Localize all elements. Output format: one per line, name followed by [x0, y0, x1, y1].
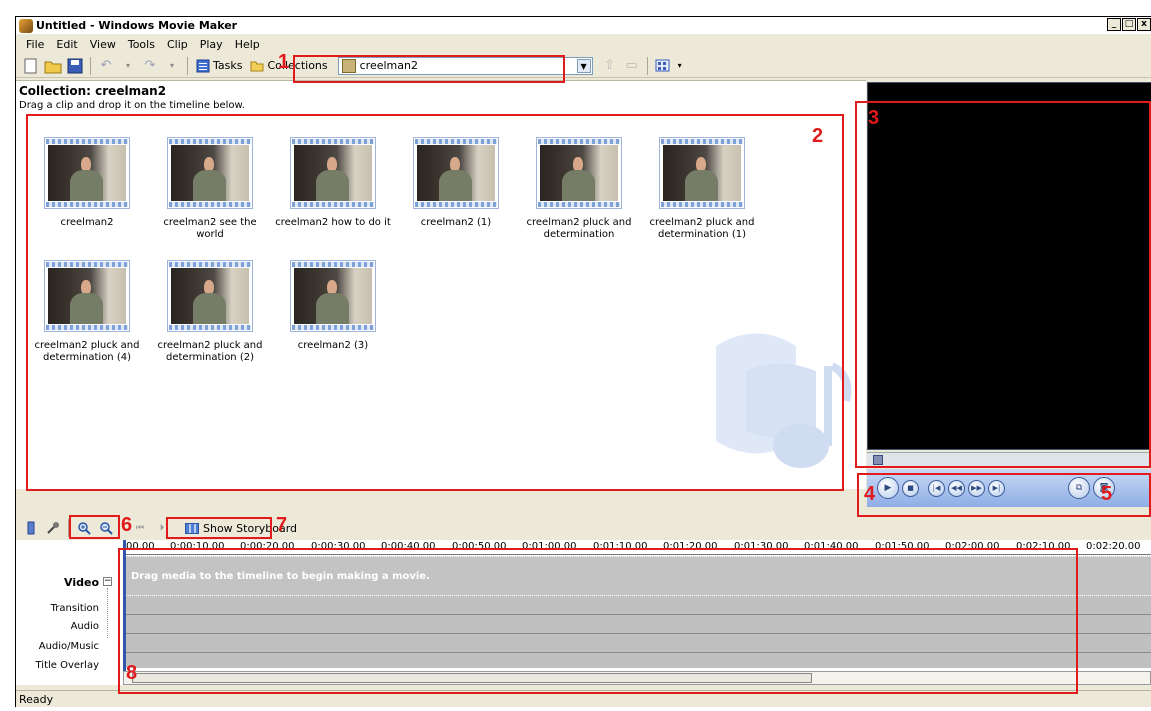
up-one-level-icon[interactable]: ⇧ — [601, 57, 619, 75]
undo-icon[interactable]: ↶ — [97, 57, 115, 75]
menu-edit[interactable]: Edit — [50, 38, 83, 51]
track-label-video: Video — [64, 576, 99, 589]
menu-tools[interactable]: Tools — [122, 38, 161, 51]
redo-icon[interactable]: ↷ — [141, 57, 159, 75]
annotation-box-7 — [166, 517, 272, 539]
track-label-title-overlay: Title Overlay — [35, 660, 100, 671]
annotation-box-2 — [26, 114, 844, 491]
annotation-box-6 — [69, 515, 120, 539]
annotation-number-4: 4 — [864, 483, 876, 505]
narrate-timeline-icon[interactable] — [22, 519, 40, 537]
annotation-number-8: 8 — [126, 662, 138, 684]
redo-dropdown-icon[interactable]: ▾ — [163, 57, 181, 75]
menu-help[interactable]: Help — [229, 38, 266, 51]
collapse-video-track-button[interactable]: − — [103, 577, 112, 586]
menu-file[interactable]: File — [20, 38, 50, 51]
open-project-icon[interactable] — [44, 57, 62, 75]
track-label-transition: Transition — [50, 603, 99, 614]
menu-play[interactable]: Play — [194, 38, 229, 51]
annotation-number-3: 3 — [868, 107, 880, 129]
movie-maker-icon — [19, 18, 33, 33]
main-toolbar: ↶ ▾ ↷ ▾ Tasks Collections creelman2 ▼ ⇧ … — [16, 54, 1151, 78]
annotation-box-3 — [855, 101, 1151, 468]
tasks-button[interactable]: Tasks — [192, 56, 246, 76]
menu-view[interactable]: View — [84, 38, 122, 51]
annotation-number-5: 5 — [1101, 483, 1113, 505]
window-controls: _ □ x — [1107, 18, 1151, 31]
toolbar-separator — [646, 56, 648, 75]
toolbar-separator — [90, 56, 91, 75]
set-audio-levels-icon[interactable] — [44, 519, 62, 537]
collection-subtitle: Drag a clip and drop it on the timeline … — [19, 100, 245, 111]
track-labels: Video − Transition Audio Audio/Music Tit… — [16, 540, 123, 685]
chevron-down-icon[interactable]: ▼ — [576, 58, 591, 73]
annotation-number-6: 6 — [121, 514, 133, 536]
views-dropdown-icon[interactable]: ▾ — [676, 57, 684, 75]
ruler-tick-label: 0:02:20.00 — [1086, 541, 1141, 552]
tasks-icon — [196, 59, 210, 72]
window-title: Untitled - Windows Movie Maker — [36, 19, 238, 32]
new-collection-folder-icon[interactable]: ▭ — [623, 57, 641, 75]
menu-clip[interactable]: Clip — [161, 38, 194, 51]
track-label-audio-music: Audio/Music — [38, 641, 99, 652]
title-bar: Untitled - Windows Movie Maker _ □ x — [16, 17, 1151, 34]
annotation-number-2: 2 — [812, 125, 824, 147]
views-icon[interactable] — [654, 57, 672, 75]
annotation-number-7: 7 — [276, 514, 288, 536]
annotation-box-8 — [118, 548, 1078, 694]
minimize-button[interactable]: _ — [1107, 18, 1121, 31]
undo-dropdown-icon[interactable]: ▾ — [119, 57, 137, 75]
new-project-icon[interactable] — [22, 57, 40, 75]
close-button[interactable]: x — [1137, 18, 1151, 31]
collections-folder-icon — [250, 61, 264, 72]
track-tree-line — [107, 588, 108, 638]
annotation-number-1: 1 — [278, 51, 290, 73]
menu-bar: File Edit View Tools Clip Play Help — [16, 35, 1151, 53]
toolbar-separator — [187, 56, 188, 75]
track-label-audio: Audio — [70, 621, 99, 632]
annotation-box-1 — [293, 55, 565, 83]
tasks-label: Tasks — [213, 59, 243, 72]
maximize-button[interactable]: □ — [1122, 18, 1136, 31]
collection-title: Collection: creelman2 — [19, 84, 167, 98]
status-text: Ready — [19, 693, 54, 706]
rewind-timeline-icon[interactable]: ⏮ — [131, 519, 149, 537]
save-project-icon[interactable] — [66, 57, 84, 75]
